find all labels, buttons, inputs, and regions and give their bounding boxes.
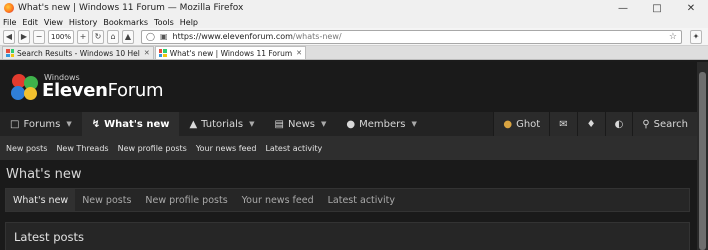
tab-whats-new[interactable]: What's new <box>6 189 76 211</box>
title-bar: What's new | Windows 11 Forum — Mozilla … <box>0 0 708 16</box>
forward-button[interactable]: ▶ <box>18 29 30 44</box>
graduation-cap-icon: ▲ <box>189 118 198 130</box>
shield-icon[interactable]: ◯ <box>146 32 155 41</box>
nav-tutorials[interactable]: ▲ Tutorials ▼ <box>179 112 264 136</box>
logo-brand: ElevenForum <box>42 80 164 101</box>
content-tabs: What's new New posts New profile posts Y… <box>5 188 690 212</box>
windows-logo-icon <box>6 49 14 57</box>
zoom-out-button[interactable]: − <box>33 29 45 44</box>
url-bar[interactable]: ◯ ▣ https://www.elevenforum.com /whats-n… <box>141 29 682 44</box>
page-title: What's new <box>6 166 82 182</box>
nav-members[interactable]: ● Members ▼ <box>336 112 426 136</box>
users-icon: ● <box>346 118 356 130</box>
tab-bar: Search Results - Windows 10 Hel ✕ What's… <box>0 46 708 60</box>
subnav-your-news-feed[interactable]: Your news feed <box>196 144 257 153</box>
search-button[interactable]: ⚲ Search <box>632 112 697 136</box>
tab-whats-new[interactable]: What's new | Windows 11 Forum ✕ <box>154 46 307 59</box>
menu-help[interactable]: Help <box>180 18 198 27</box>
tab-label: Search Results - Windows 10 Hel <box>17 48 140 58</box>
nav-label: Members <box>359 118 406 130</box>
nav-news[interactable]: ▤ News ▼ <box>265 112 337 136</box>
close-tab-icon[interactable]: ✕ <box>144 49 150 57</box>
site-content: Windows ElevenForum □ Forums ▼ ↯ What's … <box>0 62 697 250</box>
theme-toggle-button[interactable]: ◐ <box>604 112 633 136</box>
close-tab-icon[interactable]: ✕ <box>296 49 302 57</box>
lock-icon[interactable]: ▣ <box>160 32 168 41</box>
subnav-new-posts[interactable]: New posts <box>6 144 47 153</box>
chevron-down-icon[interactable]: ▼ <box>412 120 417 128</box>
nav-forums[interactable]: □ Forums ▼ <box>0 112 82 136</box>
inbox-button[interactable]: ✉ <box>549 112 577 136</box>
extensions-icon[interactable]: ✦ <box>690 29 702 44</box>
zoom-in-button[interactable]: + <box>77 29 89 44</box>
tab-latest-activity[interactable]: Latest activity <box>321 189 402 211</box>
subnav-latest-activity[interactable]: Latest activity <box>265 144 322 153</box>
maximize-button[interactable]: □ <box>640 0 674 16</box>
firefox-logo-icon <box>4 3 14 13</box>
tab-your-news-feed[interactable]: Your news feed <box>235 189 321 211</box>
avatar: ● <box>503 118 513 130</box>
tab-label: What's new | Windows 11 Forum <box>169 48 293 58</box>
menu-bookmarks[interactable]: Bookmarks <box>103 18 148 27</box>
latest-posts-heading: Latest posts <box>5 222 690 250</box>
chat-icon: □ <box>10 118 20 130</box>
logo-text[interactable]: Windows ElevenForum <box>42 74 164 101</box>
nav-label: Forums <box>23 118 61 130</box>
reload-button[interactable]: ↻ <box>92 29 104 44</box>
alerts-button[interactable]: ♦ <box>576 112 605 136</box>
subnav-new-profile-posts[interactable]: New profile posts <box>118 144 187 153</box>
bell-icon: ♦ <box>586 118 596 130</box>
bolt-icon: ↯ <box>91 118 101 130</box>
browser-window: What's new | Windows 11 Forum — Mozilla … <box>0 0 708 250</box>
menu-edit[interactable]: Edit <box>22 18 38 27</box>
bookmark-star-icon[interactable]: ☆ <box>669 32 677 42</box>
account-username: Ghot <box>516 118 541 130</box>
chevron-down-icon[interactable]: ▼ <box>321 120 326 128</box>
menu-bar: File Edit View History Bookmarks Tools H… <box>0 16 708 28</box>
chevron-down-icon[interactable]: ▼ <box>249 120 254 128</box>
chevron-down-icon[interactable]: ▼ <box>66 120 71 128</box>
logo-brand-b: Forum <box>107 80 164 101</box>
home-button[interactable]: ⌂ <box>107 29 119 44</box>
nav-spacer <box>427 112 493 136</box>
url-host: https://www.elevenforum.com <box>172 32 293 41</box>
menu-file[interactable]: File <box>3 18 16 27</box>
nav-label: What's new <box>104 118 170 130</box>
account-menu[interactable]: ● Ghot <box>493 112 550 136</box>
tab-new-profile-posts[interactable]: New profile posts <box>138 189 234 211</box>
scrollbar-thumb[interactable] <box>699 72 706 250</box>
menu-tools[interactable]: Tools <box>154 18 174 27</box>
zoom-level[interactable]: 100% <box>48 29 74 44</box>
main-nav: □ Forums ▼ ↯ What's new ▲ Tutorials ▼ ▤ … <box>0 112 697 136</box>
back-button[interactable]: ◀ <box>3 29 15 44</box>
eleven-forum-logo-icon[interactable] <box>10 72 40 102</box>
nav-whats-new[interactable]: ↯ What's new <box>81 112 180 136</box>
search-icon: ⚲ <box>642 118 650 130</box>
subnav-new-threads[interactable]: New Threads <box>56 144 108 153</box>
site-header: Windows ElevenForum <box>0 62 697 112</box>
nav-label: News <box>288 118 316 130</box>
minimize-button[interactable]: — <box>606 0 640 16</box>
url-path: /whats-new/ <box>292 32 342 41</box>
search-label: Search <box>653 118 688 130</box>
logo-brand-a: Eleven <box>42 80 108 101</box>
sub-nav: New posts New Threads New profile posts … <box>0 136 697 160</box>
close-button[interactable]: ✕ <box>674 0 708 16</box>
windows-logo-icon <box>158 49 167 57</box>
contrast-icon: ◐ <box>614 118 624 130</box>
toolbar-hat-icon[interactable]: ▲ <box>122 29 134 44</box>
envelope-icon: ✉ <box>559 118 568 130</box>
tab-search-results[interactable]: Search Results - Windows 10 Hel ✕ <box>2 46 154 59</box>
newspaper-icon: ▤ <box>274 118 284 130</box>
nav-label: Tutorials <box>201 118 244 130</box>
window-title: What's new | Windows 11 Forum — Mozilla … <box>18 3 244 13</box>
menu-history[interactable]: History <box>69 18 97 27</box>
menu-view[interactable]: View <box>44 18 63 27</box>
tab-new-posts[interactable]: New posts <box>75 189 138 211</box>
page-scrollbar[interactable] <box>697 62 708 250</box>
navigation-toolbar: ◀ ▶ − 100% + ↻ ⌂ ▲ ◯ ▣ https://www.eleve… <box>0 28 708 46</box>
